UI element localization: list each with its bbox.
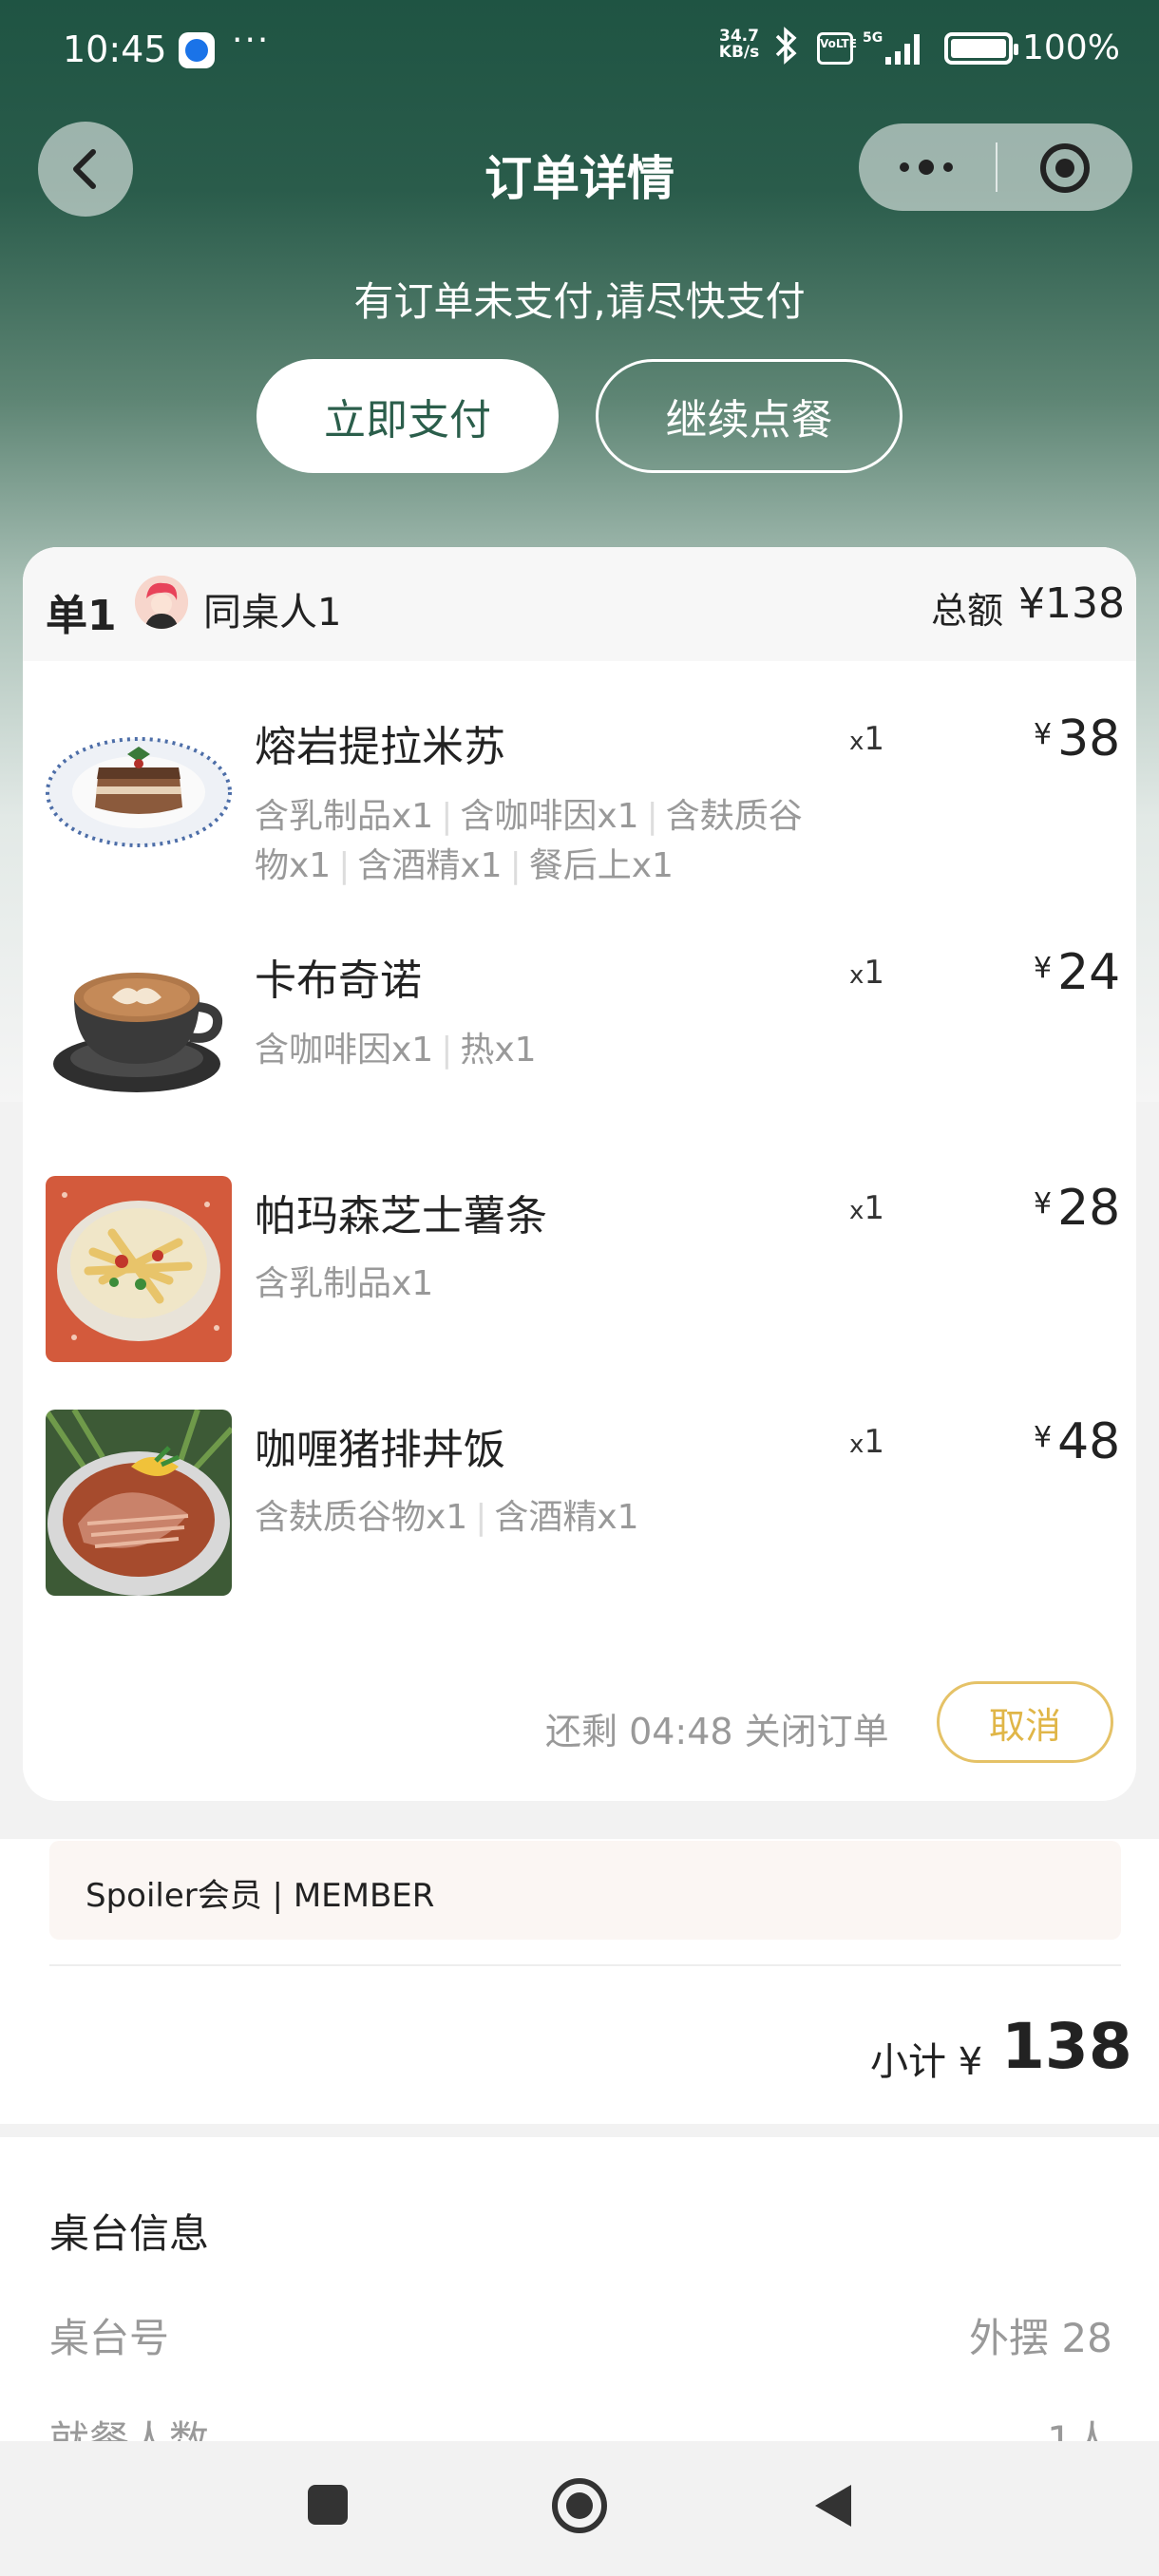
- item-tags: 含乳制品x1 | 含咖啡因x1 | 含麸质谷物x1 | 含酒精x1 | 餐后上x1: [255, 797, 803, 885]
- target-icon[interactable]: [1039, 142, 1091, 194]
- volte-icon: VoLTE: [817, 32, 857, 65]
- item-quantity-value: 1: [864, 720, 885, 758]
- order-total-label: 总额: [931, 590, 1004, 632]
- table-number-value: 外摆 28: [969, 2315, 1112, 2361]
- table-info-title: 桌台信息: [49, 2210, 210, 2257]
- item-quantity: x1: [849, 954, 884, 992]
- subtotal-value: 138: [1001, 2010, 1132, 2083]
- item-tag: 含乳制品x1: [255, 797, 434, 836]
- item-price-value: 38: [1057, 710, 1121, 767]
- messenger-icon: [179, 32, 215, 68]
- item-quantity-prefix: x: [849, 728, 864, 756]
- item-price-value: 24: [1057, 944, 1121, 1001]
- cancel-order-button[interactable]: 取消: [937, 1681, 1113, 1763]
- home-icon[interactable]: [551, 2477, 608, 2534]
- item-tag: 含酒精x1: [494, 1498, 639, 1537]
- capsule-divider: [996, 142, 998, 192]
- order-label: 单1: [46, 592, 117, 640]
- item-name: 咖喱猪排丼饭: [255, 1426, 505, 1474]
- item-tag: 餐后上x1: [528, 846, 674, 885]
- item-price-value: 28: [1057, 1180, 1121, 1237]
- item-price-currency: ¥: [1034, 718, 1053, 751]
- network-type: 5G: [863, 30, 883, 46]
- order-user: 同桌人1: [203, 591, 342, 635]
- item-price-currency: ¥: [1034, 952, 1053, 985]
- fries-image: [46, 1176, 232, 1362]
- item-price: ¥38: [1034, 710, 1120, 767]
- avatar: [135, 576, 188, 629]
- pay-now-button[interactable]: 立即支付: [256, 359, 559, 473]
- item-tag: 热x1: [460, 1031, 537, 1070]
- item-tag: 含乳制品x1: [255, 1264, 434, 1303]
- item-quantity: x1: [849, 720, 884, 758]
- item-tags: 含麸质谷物x1 | 含酒精x1: [255, 1498, 639, 1537]
- item-price-value: 48: [1057, 1413, 1121, 1470]
- item-price: ¥28: [1034, 1180, 1120, 1237]
- recent-apps-icon[interactable]: [308, 2485, 348, 2525]
- item-price: ¥24: [1034, 944, 1120, 1001]
- item-tags: 含咖啡因x1 | 热x1: [255, 1031, 537, 1070]
- battery-icon: [944, 32, 1018, 65]
- curry-rice-image: [46, 1410, 232, 1596]
- item-tag: 含咖啡因x1: [255, 1031, 434, 1070]
- signal-icon: 5G: [863, 28, 929, 66]
- item-name: 帕玛森芝士薯条: [255, 1192, 547, 1241]
- divider: [49, 1964, 1121, 1966]
- item-name: 熔岩提拉米苏: [255, 723, 505, 771]
- battery-percent: 100%: [1022, 28, 1120, 67]
- more-dots-icon[interactable]: [897, 156, 956, 179]
- tiramisu-image: [46, 688, 232, 874]
- item-tag: 含酒精x1: [357, 846, 503, 885]
- continue-ordering-button[interactable]: 继续点餐: [596, 359, 902, 473]
- member-text: Spoiler会员 | MEMBER: [86, 1877, 435, 1915]
- order-total-value: ¥138: [1018, 579, 1125, 628]
- item-quantity-prefix: x: [849, 1430, 864, 1459]
- cappuccino-image: [46, 921, 232, 1108]
- table-number-label: 桌台号: [49, 2315, 170, 2361]
- back-triangle-icon[interactable]: [811, 2481, 855, 2530]
- order-countdown: 还剩 04:48 关闭订单: [545, 1711, 889, 1752]
- item-tags: 含乳制品x1: [255, 1260, 825, 1309]
- item-quantity: x1: [849, 1423, 884, 1461]
- item-price-currency: ¥: [1034, 1421, 1053, 1454]
- item-quantity-value: 1: [864, 1423, 885, 1461]
- item-quantity-value: 1: [864, 1189, 885, 1227]
- bluetooth-icon: [771, 27, 800, 73]
- status-more-dots: ···: [232, 21, 271, 60]
- subtotal-label: 小计 ¥: [870, 2040, 983, 2084]
- item-name: 卡布奇诺: [255, 957, 422, 1005]
- item-price-currency: ¥: [1034, 1187, 1053, 1221]
- network-speed-unit: KB/s: [718, 43, 760, 62]
- item-quantity-prefix: x: [849, 961, 864, 990]
- network-speed: 34.7 KB/s: [716, 28, 762, 61]
- item-tag: 含咖啡因x1: [460, 797, 639, 836]
- item-tag: 含麸质谷物x1: [255, 1498, 468, 1537]
- unpaid-notice: 有订单未支付,请尽快支付: [353, 278, 806, 325]
- item-quantity: x1: [849, 1189, 884, 1227]
- order-card: 单1 同桌人1 总额 ¥138 熔岩提拉米苏 x1 ¥38 含乳制品x1 | 含咖啡…: [23, 547, 1136, 1801]
- item-price: ¥48: [1034, 1413, 1120, 1470]
- item-quantity-value: 1: [864, 954, 885, 992]
- item-quantity-prefix: x: [849, 1197, 864, 1225]
- status-time: 10:45: [63, 28, 167, 70]
